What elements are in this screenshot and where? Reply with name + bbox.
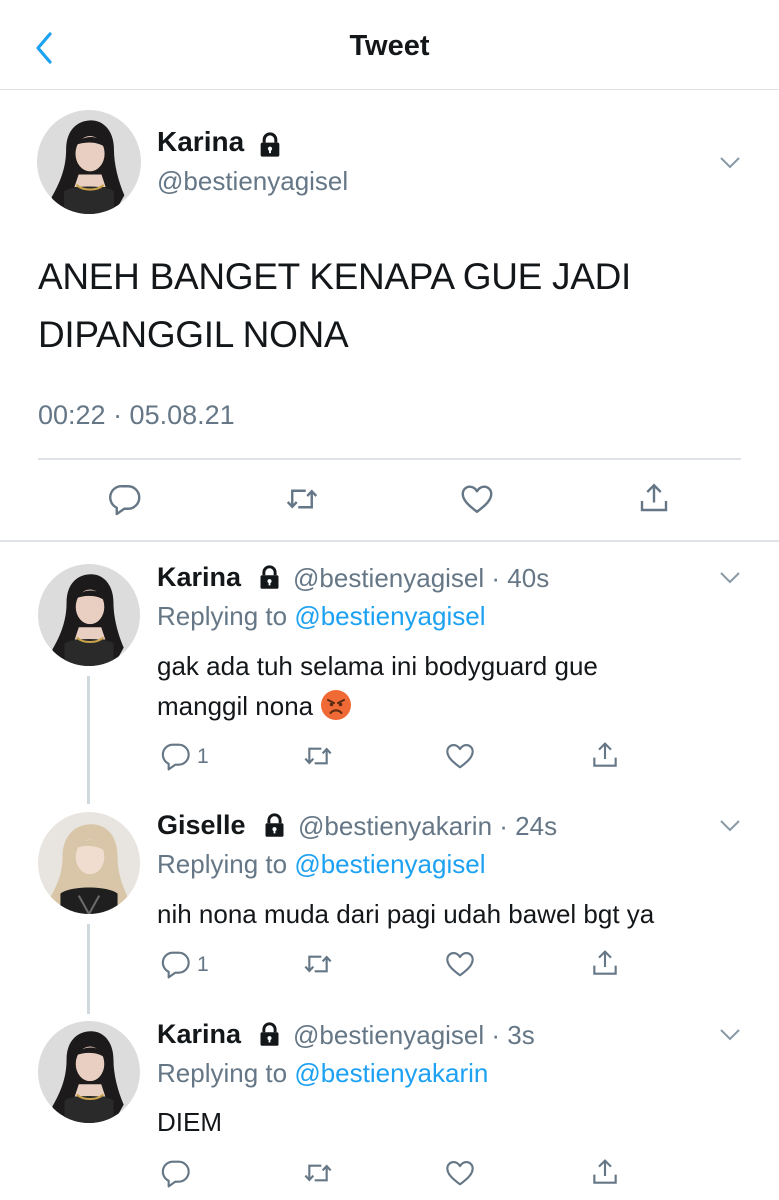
reply-icon[interactable] <box>107 481 143 517</box>
author-name[interactable]: Karina <box>157 1019 241 1050</box>
tweet-text: ANEH BANGET KENAPA GUE JADI DIPANGGIL NO… <box>38 248 738 364</box>
replying-to-label: Replying to <box>157 849 295 879</box>
avatar[interactable] <box>38 1021 140 1123</box>
author-handle[interactable]: @bestienyagisel <box>157 166 348 197</box>
reply-text-line: gak ada tuh selama ini bodyguard gue <box>157 651 598 681</box>
replying-to: Replying to @bestienyakarin <box>157 1058 488 1089</box>
mention-link[interactable]: @bestienyakarin <box>294 1058 488 1088</box>
retweet-icon[interactable] <box>300 740 336 772</box>
author-handle-time[interactable]: @bestienyakarin · 24s <box>298 811 557 842</box>
share-icon[interactable] <box>589 1155 621 1189</box>
heart-icon[interactable] <box>459 481 495 517</box>
chevron-down-icon[interactable] <box>719 571 741 585</box>
share-icon[interactable] <box>589 738 621 772</box>
tweet-text-line: DIPANGGIL NONA <box>38 314 349 355</box>
retweet-icon[interactable] <box>300 948 336 980</box>
share-icon[interactable] <box>636 479 672 517</box>
reply-icon[interactable] <box>160 1157 192 1189</box>
tweet-timestamp: 00:22 · 05.08.21 <box>38 400 235 430</box>
author-name[interactable]: Karina <box>157 126 244 158</box>
reply-count: 1 <box>197 745 209 768</box>
lock-icon <box>256 131 284 159</box>
page-title: Tweet <box>349 30 430 62</box>
replying-to-label: Replying to <box>157 601 295 631</box>
reply-text-line: manggil nona <box>157 691 314 721</box>
heart-icon[interactable] <box>444 1157 476 1189</box>
reply-count: 1 <box>197 953 209 976</box>
angry-face-emoji <box>320 689 352 721</box>
retweet-icon[interactable] <box>300 1157 336 1189</box>
author-name[interactable]: Giselle <box>157 810 246 841</box>
retweet-icon[interactable] <box>282 481 322 517</box>
reply-text: nih nona muda dari pagi udah bawel bgt y… <box>157 894 654 934</box>
author-name[interactable]: Karina <box>157 562 241 593</box>
divider <box>0 540 779 542</box>
author-handle-time[interactable]: @bestienyagisel · 40s <box>293 563 549 594</box>
mention-link[interactable]: @bestienyagisel <box>294 601 485 631</box>
reply-text-line: nih nona muda dari pagi udah bawel bgt y… <box>157 899 655 929</box>
lock-icon <box>256 564 283 591</box>
thread-connector <box>87 924 90 1014</box>
share-icon[interactable] <box>589 946 621 980</box>
avatar[interactable] <box>38 812 140 914</box>
top-navigation-bar: Tweet <box>0 0 779 90</box>
reply-text: DIEM <box>157 1102 222 1142</box>
chevron-down-icon[interactable] <box>719 1028 741 1042</box>
heart-icon[interactable] <box>444 948 476 980</box>
thread-connector <box>87 676 90 804</box>
avatar[interactable] <box>37 110 141 214</box>
replying-to: Replying to @bestienyagisel <box>157 601 485 632</box>
mention-link[interactable]: @bestienyagisel <box>294 849 485 879</box>
author-handle-time[interactable]: @bestienyagisel · 3s <box>293 1020 535 1051</box>
reply-icon[interactable] <box>160 948 192 980</box>
reply-text: gak ada tuh selama ini bodyguard gue man… <box>157 646 598 726</box>
lock-icon <box>256 1021 283 1048</box>
tweet-text-line: ANEH BANGET KENAPA GUE JADI <box>38 256 631 297</box>
reply-icon[interactable] <box>160 740 192 772</box>
lock-icon <box>261 812 288 839</box>
chevron-down-icon[interactable] <box>719 819 741 833</box>
reply-text-line: DIEM <box>157 1107 222 1137</box>
replying-to: Replying to @bestienyagisel <box>157 849 485 880</box>
heart-icon[interactable] <box>444 740 476 772</box>
chevron-down-icon[interactable] <box>719 156 741 170</box>
replying-to-label: Replying to <box>157 1058 295 1088</box>
divider <box>38 458 741 460</box>
avatar[interactable] <box>38 564 140 666</box>
